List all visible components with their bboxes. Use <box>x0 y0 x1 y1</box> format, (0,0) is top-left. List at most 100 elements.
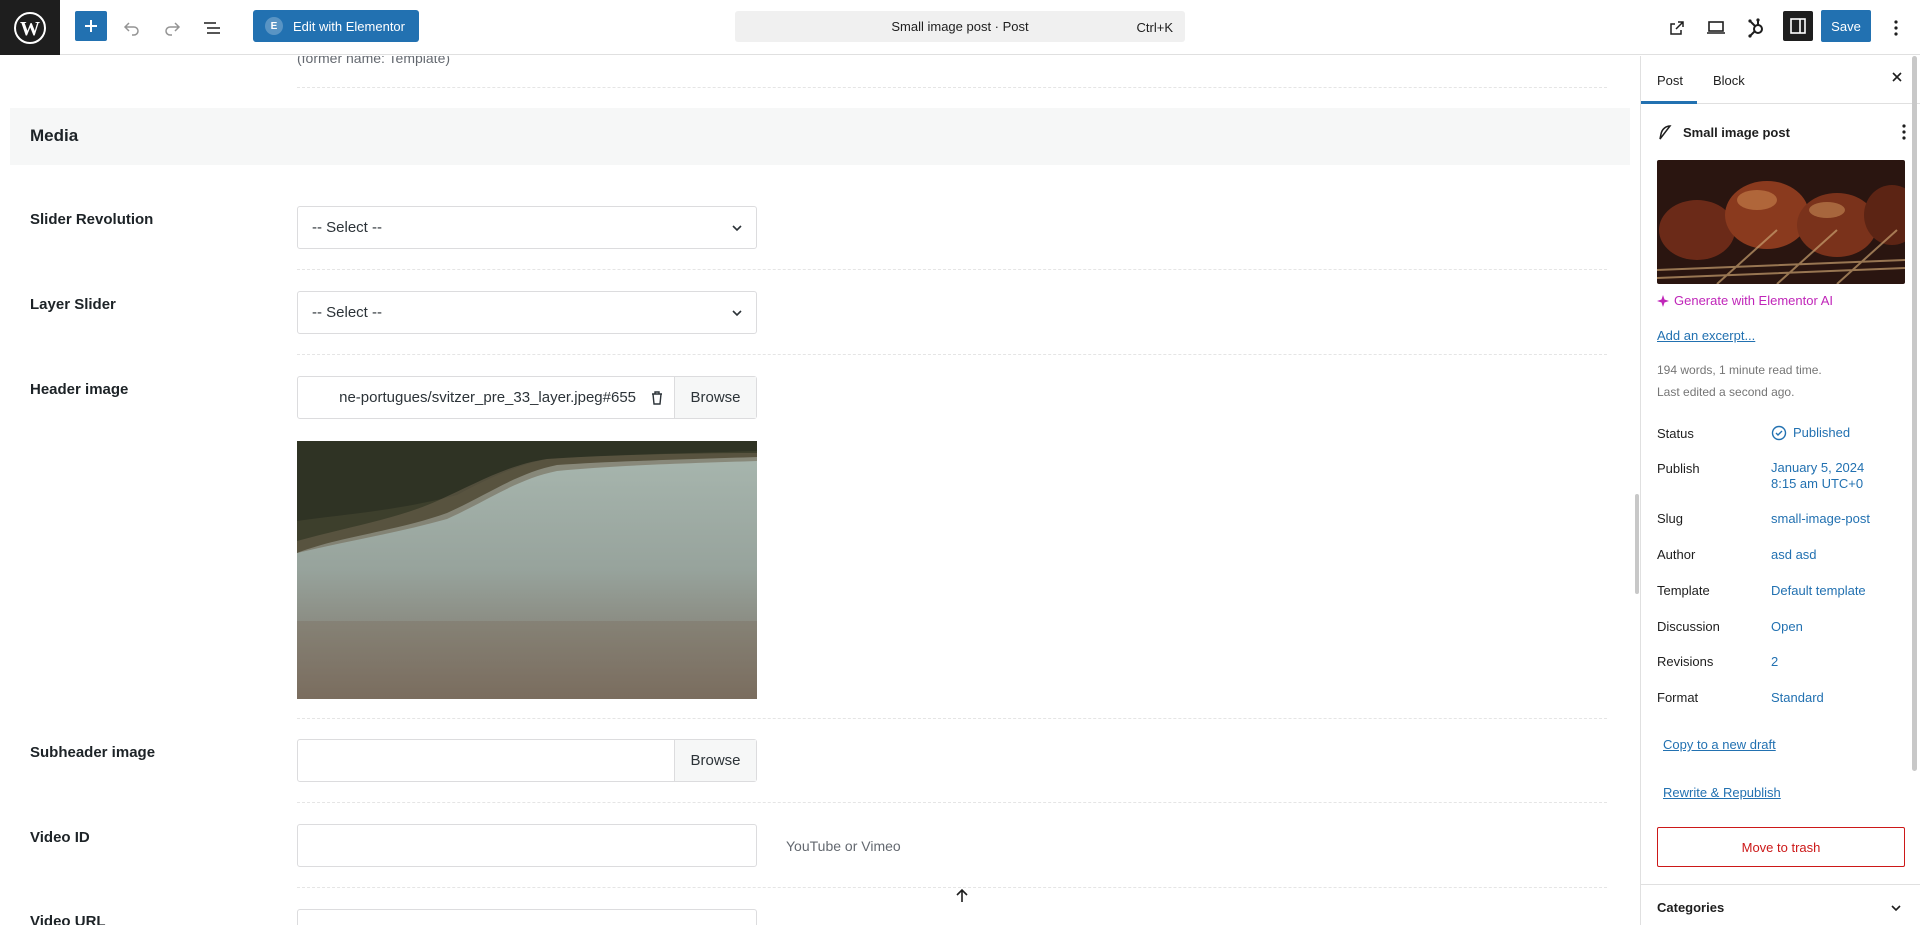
header-image-input[interactable]: ne-portugues/svitzer_pre_33_layer.jpeg#6… <box>298 377 640 418</box>
subheader-image-label: Subheader image <box>30 744 156 761</box>
video-url-label: Video URL <box>30 913 106 925</box>
slider-revolution-label: Slider Revolution <box>30 211 154 228</box>
undo-button[interactable] <box>116 13 148 43</box>
divider <box>297 269 1607 270</box>
copy-to-draft-link[interactable]: Copy to a new draft <box>1663 737 1776 752</box>
media-section-header: Media <box>10 108 1630 165</box>
wordpress-logo[interactable]: W <box>0 0 60 55</box>
svg-text:W: W <box>20 18 40 40</box>
tab-post[interactable]: Post <box>1657 73 1683 88</box>
slug-value[interactable]: small-image-post <box>1771 511 1870 527</box>
plus-icon <box>85 20 97 32</box>
add-block-button[interactable] <box>75 11 107 41</box>
layer-slider-label: Layer Slider <box>30 296 116 313</box>
template-note: (former name: Template) <box>297 56 451 66</box>
vertical-ellipsis-icon <box>1894 20 1898 36</box>
author-label: Author <box>1657 547 1696 562</box>
elementor-icon: E <box>265 17 283 35</box>
sidebar-icon <box>1790 18 1806 34</box>
sidebar-tabs: Post Block <box>1641 56 1920 104</box>
slider-revolution-select[interactable]: -- Select -- <box>297 206 757 249</box>
hubspot-icon <box>1748 18 1763 38</box>
revisions-label: Revisions <box>1657 654 1714 669</box>
chevron-down-icon <box>732 310 742 317</box>
list-view-icon <box>204 22 220 34</box>
categories-panel-toggle[interactable]: Categories <box>1641 884 1920 925</box>
revisions-value[interactable]: 2 <box>1771 654 1778 670</box>
publish-date-button[interactable]: January 5, 2024 8:15 am UTC+0 <box>1771 460 1864 492</box>
discussion-value[interactable]: Open <box>1771 619 1803 635</box>
author-value[interactable]: asd asd <box>1771 547 1817 563</box>
command-shortcut: Ctrl+K <box>1136 20 1173 35</box>
meta-box-content: (former name: Template) Media Slider Rev… <box>0 56 1640 925</box>
header-image-browse-button[interactable]: Browse <box>674 377 756 418</box>
status-value-button[interactable]: Published <box>1771 425 1850 441</box>
publish-label: Publish <box>1657 461 1700 476</box>
chevron-down-icon <box>732 225 742 232</box>
format-label: Format <box>1657 690 1699 705</box>
document-overview-button[interactable] <box>196 13 228 43</box>
status-value: Published <box>1793 425 1851 440</box>
edit-with-elementor-label: Edit with Elementor <box>293 18 405 34</box>
word-count: 194 words, 1 minute read time. <box>1657 363 1822 377</box>
preview-button[interactable] <box>1700 13 1732 43</box>
divider <box>297 87 1607 88</box>
options-button[interactable] <box>1880 13 1912 43</box>
header-image-field: ne-portugues/svitzer_pre_33_layer.jpeg#6… <box>297 376 757 419</box>
header-image-preview <box>297 441 757 699</box>
hubspot-button[interactable] <box>1741 13 1773 43</box>
move-to-trash-button[interactable]: Move to trash <box>1657 827 1905 867</box>
active-tab-indicator <box>1641 101 1697 104</box>
video-url-field[interactable] <box>297 909 757 925</box>
redo-button[interactable] <box>156 13 188 43</box>
remove-header-image-button[interactable] <box>640 377 674 418</box>
document-title: Small image post · Post <box>891 19 1029 34</box>
published-check-icon <box>1771 425 1787 441</box>
subheader-image-browse-button[interactable]: Browse <box>674 740 756 781</box>
publish-date: January 5, 2024 <box>1771 460 1865 475</box>
redo-icon <box>165 22 181 36</box>
divider <box>297 802 1607 803</box>
generate-with-ai-link[interactable]: Generate with Elementor AI <box>1657 293 1833 308</box>
layer-slider-select[interactable]: -- Select -- <box>297 291 757 334</box>
categories-label: Categories <box>1657 900 1725 915</box>
media-section-title: Media <box>30 126 79 145</box>
scroll-to-top-button[interactable] <box>951 885 973 910</box>
discussion-label: Discussion <box>1657 619 1720 634</box>
settings-toggle-button[interactable] <box>1783 11 1813 41</box>
divider <box>297 354 1607 355</box>
main-scrollbar[interactable] <box>1635 494 1639 594</box>
vertical-ellipsis-icon <box>1902 124 1906 140</box>
command-palette-bar[interactable]: Small image post · Post Ctrl+K <box>735 11 1185 42</box>
save-button[interactable]: Save <box>1821 10 1871 42</box>
desktop-icon <box>1707 21 1725 34</box>
status-label: Status <box>1657 426 1694 441</box>
add-excerpt-link[interactable]: Add an excerpt... <box>1657 328 1755 343</box>
undo-icon <box>123 22 139 36</box>
post-actions-button[interactable] <box>1901 123 1907 144</box>
editor-top-bar: W E Edit with Elementor Small image post… <box>0 0 1920 55</box>
subheader-image-input[interactable] <box>298 740 674 781</box>
header-image-label: Header image <box>30 381 129 398</box>
edit-with-elementor-button[interactable]: E Edit with Elementor <box>253 10 419 42</box>
sidebar-scrollbar[interactable] <box>1912 56 1917 771</box>
sparkle-icon <box>1657 294 1669 307</box>
view-post-button[interactable] <box>1661 13 1693 43</box>
video-id-input[interactable] <box>297 824 757 867</box>
tab-block[interactable]: Block <box>1713 73 1745 88</box>
featured-image[interactable] <box>1657 160 1905 284</box>
template-label: Template <box>1657 583 1710 598</box>
external-link-icon <box>1670 21 1684 35</box>
post-summary-header: Small image post <box>1657 122 1907 142</box>
slider-revolution-value: -- Select -- <box>312 219 383 236</box>
grilled-meat-photo <box>1657 160 1905 284</box>
format-value[interactable]: Standard <box>1771 690 1824 706</box>
header-image-value: ne-portugues/svitzer_pre_33_layer.jpeg#6… <box>339 389 636 406</box>
last-edited: Last edited a second ago. <box>1657 385 1795 399</box>
rewrite-republish-link[interactable]: Rewrite & Republish <box>1663 785 1781 800</box>
close-sidebar-button[interactable] <box>1890 70 1904 87</box>
subheader-image-field: Browse <box>297 739 757 782</box>
template-value[interactable]: Default template <box>1771 583 1866 599</box>
wordpress-icon: W <box>14 11 46 44</box>
post-feather-icon <box>1659 125 1672 140</box>
